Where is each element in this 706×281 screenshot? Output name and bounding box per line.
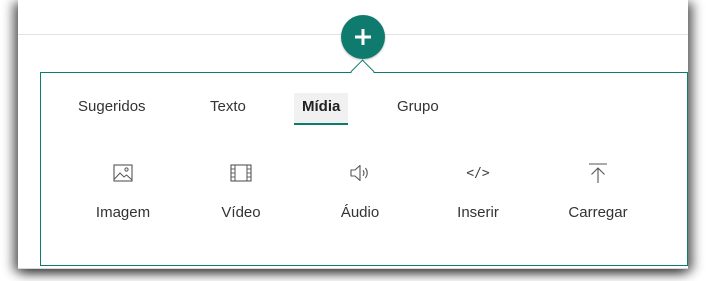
tab-grupo[interactable]: Grupo bbox=[397, 93, 439, 125]
embed-code-icon: </> bbox=[466, 165, 490, 181]
add-web-part-button[interactable] bbox=[341, 15, 385, 59]
tab-sugeridos[interactable]: Sugeridos bbox=[78, 93, 146, 125]
speaker-icon bbox=[350, 164, 368, 182]
film-icon bbox=[230, 164, 252, 182]
tool-label: Áudio bbox=[340, 204, 380, 221]
tool-video[interactable]: Vídeo bbox=[191, 160, 291, 221]
tool-imagem[interactable]: Imagem bbox=[73, 160, 173, 221]
tool-carregar[interactable]: Carregar bbox=[548, 160, 648, 221]
tab-midia[interactable]: Mídia bbox=[294, 93, 349, 125]
tool-label: Carregar bbox=[568, 204, 628, 221]
tool-label: Inserir bbox=[457, 204, 499, 221]
tool-audio[interactable]: Áudio bbox=[310, 160, 410, 221]
tool-inserir[interactable]: </> Inserir bbox=[428, 160, 528, 222]
plus-icon bbox=[355, 29, 371, 45]
upload-icon bbox=[589, 163, 607, 183]
tab-texto[interactable]: Texto bbox=[210, 93, 246, 125]
image-icon bbox=[113, 164, 133, 182]
tool-label: Vídeo bbox=[221, 204, 261, 221]
tool-label: Imagem bbox=[95, 204, 151, 221]
